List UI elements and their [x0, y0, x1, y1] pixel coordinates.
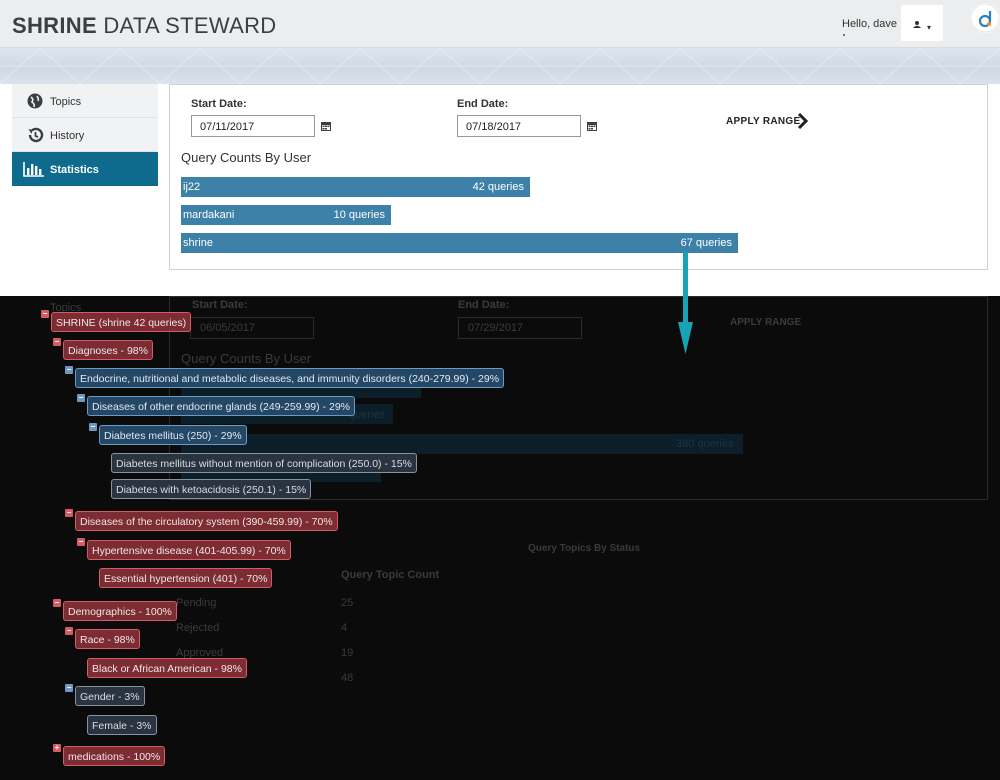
tree-node[interactable]: Endocrine, nutritional and metabolic dis…: [75, 368, 505, 388]
user-bar: ij22 42 queries: [181, 177, 530, 197]
greeting: Hello, dave: [842, 18, 898, 30]
collapse-toggle-icon[interactable]: −: [77, 538, 85, 546]
tree-node[interactable]: Diabetes mellitus without mention of com…: [111, 453, 417, 473]
ghost-end-label: End Date:: [458, 299, 510, 311]
start-date-input[interactable]: 07/11/2017: [191, 115, 315, 137]
sidebar-item-label: History: [50, 130, 85, 142]
apply-range-label: APPLY RANGE: [726, 116, 801, 127]
ghost-end-value: 07/29/2017: [468, 322, 524, 334]
tree-node[interactable]: Diabetes with ketoacidosis (250.1) - 15%: [111, 479, 312, 499]
apply-range-button[interactable]: APPLY RANGE: [726, 113, 816, 133]
tree-node[interactable]: Demographics - 100%: [63, 601, 177, 621]
query-counts-title: Query Counts By User: [181, 150, 312, 165]
ghost-status-cell: Rejected: [176, 622, 220, 634]
ghost-count-cell: 4: [341, 622, 348, 634]
collapse-toggle-icon[interactable]: −: [53, 599, 61, 607]
collapse-toggle-icon[interactable]: −: [65, 684, 73, 692]
ghost-bar-label: 380 queries: [676, 438, 734, 450]
user-bar-count: 42 queries: [472, 181, 524, 193]
app-title: SHRINE DATA STEWARD: [12, 13, 277, 38]
globe-icon: [27, 93, 43, 109]
tree-node[interactable]: Diabetes mellitus (250) - 29%: [99, 425, 247, 445]
tree-node[interactable]: Female - 3%: [87, 715, 157, 735]
ghost-status-title: Query Topics By Status: [528, 543, 641, 554]
bar-chart-icon: [23, 162, 44, 177]
user-bar-name: mardakani: [183, 209, 235, 221]
collapse-toggle-icon[interactable]: −: [65, 509, 73, 517]
sidebar-item-label: Topics: [50, 96, 82, 108]
sidebar-item-history[interactable]: History: [12, 118, 158, 152]
collapse-toggle-icon[interactable]: −: [41, 310, 49, 318]
chevron-down-icon: ▾: [927, 23, 932, 32]
app-header: SHRINE DATA STEWARD Hello, dave ▾: [0, 0, 1000, 48]
tree-node[interactable]: Essential hypertension (401) - 70%: [99, 568, 273, 588]
collapse-toggle-icon[interactable]: −: [89, 423, 97, 431]
chevron-right-icon: [797, 113, 808, 129]
user-icon: [913, 21, 921, 28]
end-date-label: End Date:: [457, 98, 509, 110]
ghost-count-cell: 25: [341, 597, 354, 609]
tree-node[interactable]: SHRINE (shrine 42 queries): [51, 312, 192, 332]
tree-node[interactable]: Gender - 3%: [75, 686, 145, 706]
user-bar-count: 10 queries: [333, 209, 385, 221]
calendar-icon[interactable]: [321, 121, 331, 131]
ghost-bar: [181, 434, 743, 454]
collapse-toggle-icon[interactable]: −: [53, 338, 61, 346]
start-date-label: Start Date:: [191, 98, 247, 110]
expand-toggle-icon[interactable]: +: [53, 744, 61, 752]
app-logo[interactable]: [970, 3, 1000, 33]
tree-node[interactable]: medications - 100%: [63, 746, 166, 766]
arrow-down-icon: [678, 252, 693, 354]
ghost-start-label: Start Date:: [192, 299, 248, 311]
ghost-count-cell: 19: [341, 647, 354, 659]
user-bar-name: ij22: [183, 181, 201, 193]
sidebar-item-statistics[interactable]: Statistics: [12, 152, 158, 186]
ghost-start-value: 06/05/2017: [200, 322, 256, 334]
sidebar: Topics History Statistics: [12, 84, 158, 186]
user-bar-name: shrine: [183, 237, 213, 249]
statistics-panel: Start Date: 07/11/2017 End Date: 07/18/2…: [169, 84, 988, 270]
banner-pattern: [0, 48, 1000, 84]
user-menu-button[interactable]: ▾: [901, 5, 943, 41]
collapse-toggle-icon[interactable]: −: [65, 627, 73, 635]
ghost-section-title: Query Counts By User: [181, 351, 312, 366]
calendar-icon[interactable]: [587, 121, 597, 131]
history-icon: [28, 127, 44, 143]
sidebar-item-topics[interactable]: Topics: [12, 84, 158, 118]
user-bar: mardakani 10 queries: [181, 205, 391, 225]
user-bar-count: 67 queries: [680, 237, 732, 249]
tree-node[interactable]: Diagnoses - 98%: [63, 340, 153, 360]
collapse-toggle-icon[interactable]: −: [77, 394, 85, 402]
sidebar-item-label: Statistics: [50, 164, 99, 176]
overlay-backdrop: Topics Start Date: 06/05/2017 End Date: …: [0, 296, 1000, 780]
ghost-count-cell: 48: [341, 672, 354, 684]
tree-node[interactable]: Diseases of other endocrine glands (249-…: [87, 396, 355, 416]
tree-node[interactable]: Black or African American - 98%: [87, 658, 247, 678]
end-date-input[interactable]: 07/18/2017: [457, 115, 581, 137]
ghost-count-header: Query Topic Count: [341, 569, 440, 581]
ghost-status-cell: Pending: [176, 597, 217, 609]
collapse-toggle-icon[interactable]: −: [65, 366, 73, 374]
tree-node[interactable]: Diseases of the circulatory system (390-…: [75, 511, 338, 531]
user-bar: shrine 67 queries: [181, 233, 738, 253]
tree-node[interactable]: Race - 98%: [75, 629, 140, 649]
ghost-apply-label: APPLY RANGE: [730, 317, 802, 328]
tree-node[interactable]: Hypertensive disease (401-405.99) - 70%: [87, 540, 291, 560]
greeting-dot: [843, 34, 845, 36]
